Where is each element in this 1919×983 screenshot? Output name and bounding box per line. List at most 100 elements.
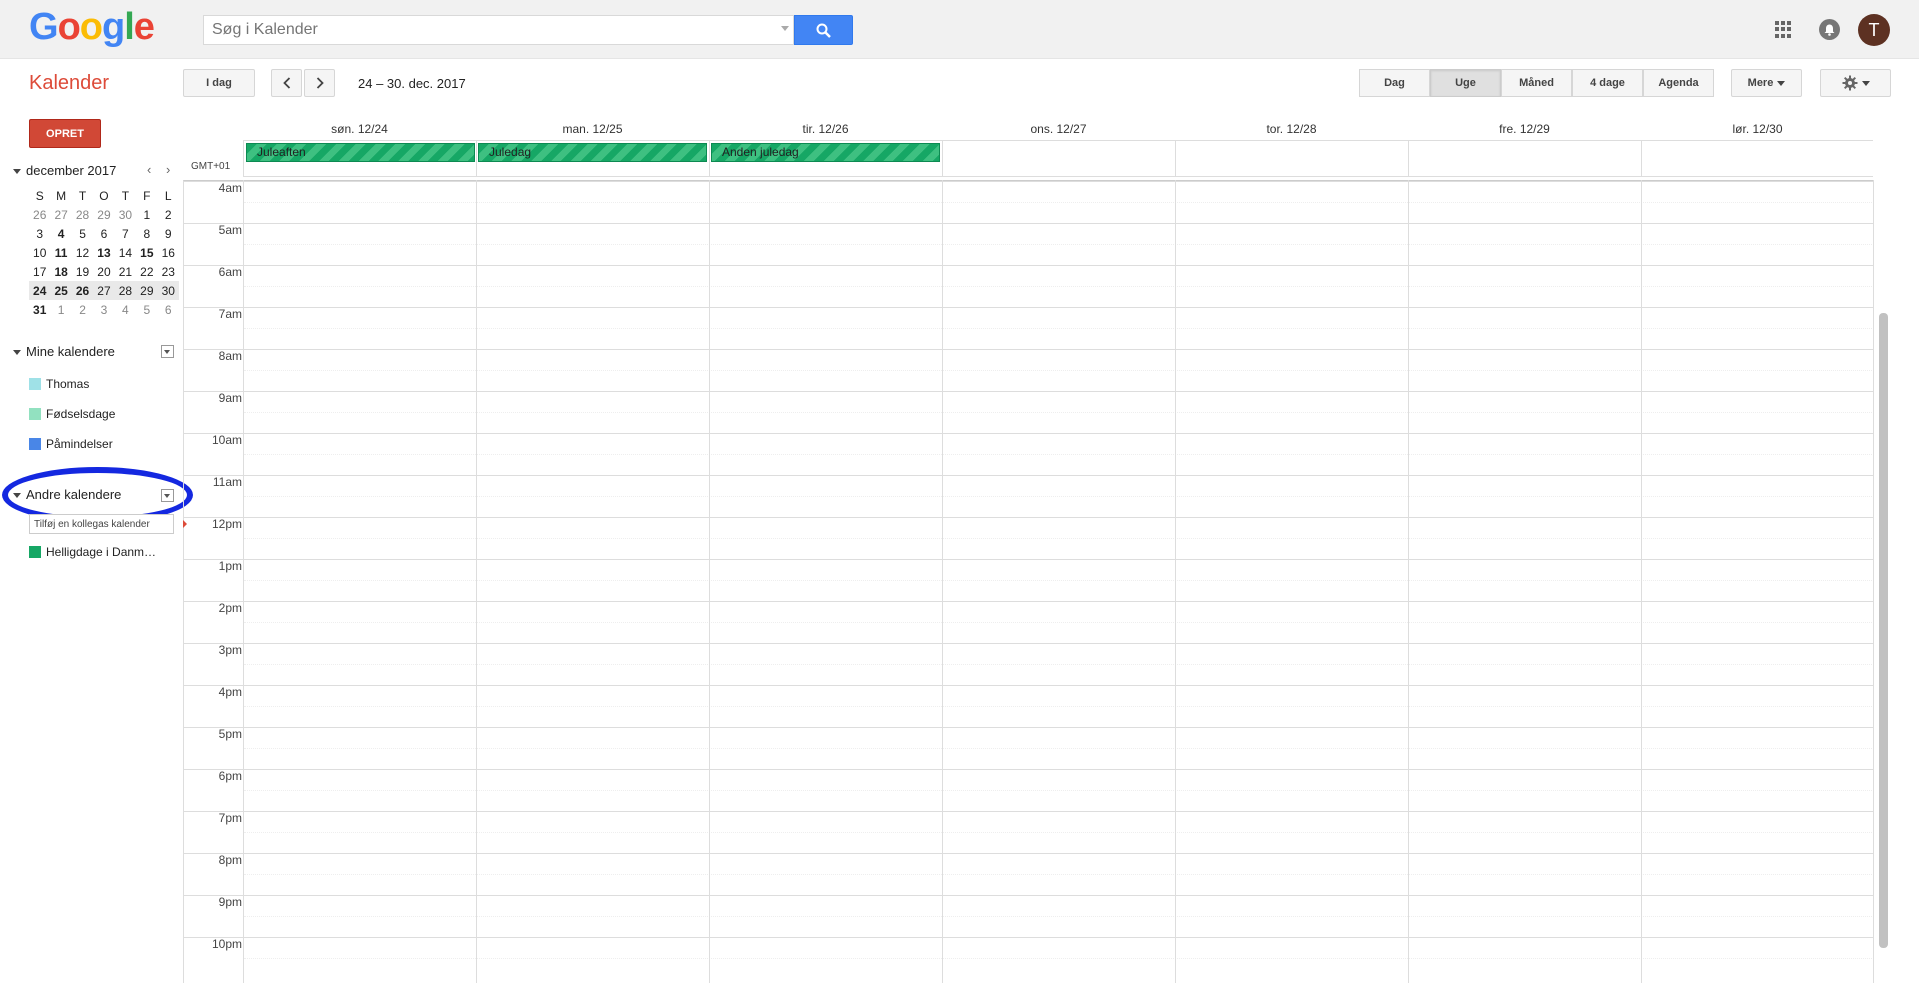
add-colleague-calendar-input[interactable]: Tilføj en kollegas kalender xyxy=(29,514,174,534)
view-4days-button[interactable]: 4 dage xyxy=(1572,69,1643,97)
mini-day[interactable]: 30 xyxy=(157,281,179,300)
time-grid[interactable]: 4am 5am 6am 7am 8am 9am 10am 11am 12pm 1… xyxy=(183,180,1874,983)
my-calendars-menu-button[interactable] xyxy=(161,345,174,358)
mini-day[interactable]: 22 xyxy=(136,262,157,281)
day-header[interactable]: ons. 12/27 xyxy=(942,122,1175,136)
day-header[interactable]: søn. 12/24 xyxy=(243,122,476,136)
view-month-button[interactable]: Måned xyxy=(1501,69,1572,97)
mini-day[interactable]: 20 xyxy=(93,262,114,281)
mini-day[interactable]: 14 xyxy=(115,243,136,262)
mini-day[interactable]: 3 xyxy=(29,224,50,243)
mini-day[interactable]: 11 xyxy=(50,243,71,262)
previous-week-button[interactable] xyxy=(271,69,302,97)
mini-prev-month-button[interactable]: ‹ xyxy=(147,162,151,177)
mini-day[interactable]: 6 xyxy=(158,300,179,319)
day-header[interactable]: man. 12/25 xyxy=(476,122,709,136)
settings-button[interactable] xyxy=(1820,69,1891,97)
view-week-button[interactable]: Uge xyxy=(1430,69,1501,97)
today-button[interactable]: I dag xyxy=(183,69,255,97)
calendar-item-reminders[interactable]: Påmindelser xyxy=(29,437,113,451)
weekday-header: O xyxy=(99,188,109,203)
mini-day[interactable]: 28 xyxy=(72,205,93,224)
mini-day[interactable]: 18 xyxy=(50,262,71,281)
account-avatar[interactable]: T xyxy=(1858,14,1890,46)
weekday-header: T xyxy=(121,188,130,203)
mini-day[interactable]: 9 xyxy=(158,224,179,243)
column-divider xyxy=(1175,180,1176,983)
mini-day[interactable]: 2 xyxy=(158,205,179,224)
search-button[interactable] xyxy=(794,15,853,45)
logo-letter: o xyxy=(57,6,81,48)
mini-day[interactable]: 29 xyxy=(136,281,158,300)
mini-day[interactable]: 10 xyxy=(29,243,50,262)
chevron-down-icon xyxy=(1861,80,1870,86)
calendar-item-danish-holidays[interactable]: Helligdage i Danm… xyxy=(29,545,156,559)
mini-day[interactable]: 26 xyxy=(71,281,94,300)
mini-day[interactable]: 12 xyxy=(72,243,93,262)
search-options-dropdown-icon[interactable] xyxy=(781,26,789,31)
hour-label: 8pm xyxy=(218,853,242,867)
mini-day[interactable]: 5 xyxy=(136,300,157,319)
mini-day[interactable]: 27 xyxy=(93,281,115,300)
create-event-button[interactable]: OPRET xyxy=(29,119,101,148)
hour-label: 5am xyxy=(218,223,242,237)
weekday-header: S xyxy=(35,188,44,203)
mini-day[interactable]: 13 xyxy=(93,243,114,262)
mini-day[interactable]: 21 xyxy=(115,262,136,281)
mini-day[interactable]: 17 xyxy=(29,262,50,281)
mini-day[interactable]: 30 xyxy=(115,205,136,224)
my-calendars-header[interactable]: Mine kalendere xyxy=(13,344,115,359)
column-divider xyxy=(942,180,943,983)
mini-next-month-button[interactable]: › xyxy=(166,162,170,177)
mini-day[interactable]: 2 xyxy=(72,300,93,319)
all-day-event[interactable]: Juledag xyxy=(478,143,707,162)
day-header[interactable]: fre. 12/29 xyxy=(1408,122,1641,136)
mini-day[interactable]: 1 xyxy=(136,205,157,224)
mini-day[interactable]: 8 xyxy=(136,224,157,243)
mini-day[interactable]: 19 xyxy=(72,262,93,281)
logo-letter: g xyxy=(102,6,125,48)
mini-day[interactable]: 27 xyxy=(50,205,71,224)
mini-day[interactable]: 25 xyxy=(50,281,72,300)
mini-day[interactable]: 31 xyxy=(29,300,50,319)
mini-day[interactable]: 15 xyxy=(136,243,157,262)
hour-label: 5pm xyxy=(218,727,242,741)
apps-grid-icon[interactable] xyxy=(1775,21,1792,38)
mini-day[interactable]: 6 xyxy=(93,224,114,243)
calendar-color-swatch xyxy=(29,438,41,450)
all-day-event[interactable]: Anden juledag xyxy=(711,143,940,162)
notifications-bell-icon[interactable] xyxy=(1819,19,1840,40)
mini-day[interactable]: 4 xyxy=(115,300,136,319)
column-divider xyxy=(1408,180,1409,983)
mini-day[interactable]: 24 xyxy=(29,281,51,300)
mini-day[interactable]: 16 xyxy=(158,243,179,262)
mini-day[interactable]: 23 xyxy=(158,262,179,281)
hour-label: 10am xyxy=(211,433,242,447)
mini-calendar-header[interactable]: december 2017 xyxy=(13,163,116,178)
calendar-item-label: Thomas xyxy=(46,377,90,391)
time-grid-scrollbar[interactable] xyxy=(1879,313,1888,948)
view-agenda-button[interactable]: Agenda xyxy=(1643,69,1714,97)
mini-day[interactable]: 28 xyxy=(114,281,137,300)
column-divider xyxy=(942,140,943,177)
mini-day[interactable]: 29 xyxy=(93,205,114,224)
mini-day[interactable]: 7 xyxy=(115,224,136,243)
all-day-event[interactable]: Juleaften xyxy=(246,143,475,162)
mini-day[interactable]: 1 xyxy=(50,300,71,319)
view-day-button[interactable]: Dag xyxy=(1359,69,1430,97)
google-logo[interactable]: Google xyxy=(29,6,155,49)
more-button[interactable]: Mere xyxy=(1731,69,1802,97)
calendar-item-thomas[interactable]: Thomas xyxy=(29,377,89,391)
next-week-button[interactable] xyxy=(304,69,335,97)
top-bar: Google T xyxy=(0,0,1919,59)
search-input[interactable] xyxy=(204,16,764,44)
mini-day[interactable]: 26 xyxy=(29,205,50,224)
day-header[interactable]: tor. 12/28 xyxy=(1175,122,1408,136)
mini-day[interactable]: 3 xyxy=(93,300,114,319)
calendar-item-birthdays[interactable]: Fødselsdage xyxy=(29,407,115,421)
app-title: Kalender xyxy=(29,72,110,94)
mini-day[interactable]: 5 xyxy=(72,224,93,243)
day-header[interactable]: tir. 12/26 xyxy=(709,122,942,136)
mini-day[interactable]: 4 xyxy=(50,224,71,243)
day-header[interactable]: lør. 12/30 xyxy=(1641,122,1874,136)
